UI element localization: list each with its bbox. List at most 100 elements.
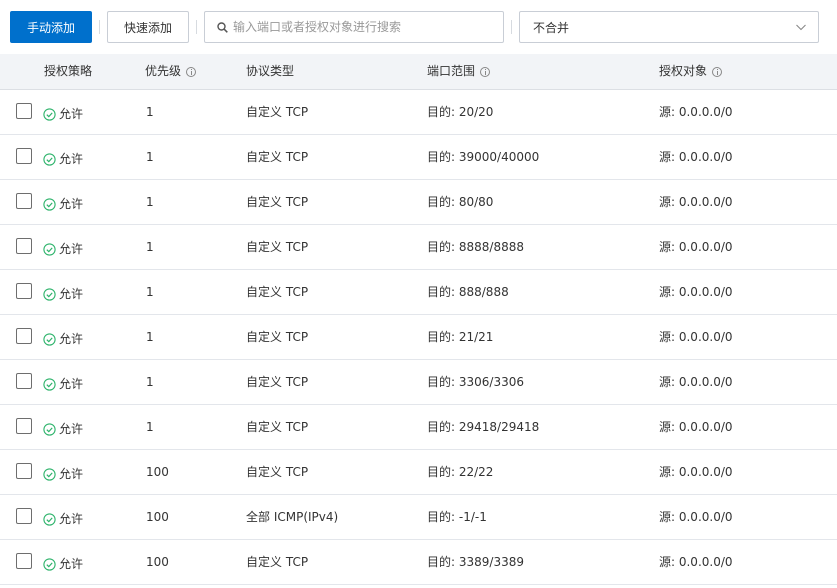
policy-cell: 允许: [43, 542, 83, 586]
column-label: 授权策略: [44, 64, 93, 78]
search-icon: [217, 21, 228, 33]
protocol-cell: 自定义 TCP: [246, 240, 309, 254]
column-label: 端口范围: [427, 64, 476, 78]
divider: [511, 20, 512, 34]
table-row: 允许 1 自定义 TCP 目的: 888/888 源: 0.0.0.0/0: [0, 270, 837, 315]
protocol-cell: 自定义 TCP: [246, 195, 309, 209]
column-header-priority[interactable]: 优先级: [145, 54, 197, 89]
column-header-port-range[interactable]: 端口范围: [427, 54, 491, 89]
protocol-cell: 自定义 TCP: [246, 465, 309, 479]
policy-cell: 允许: [43, 497, 83, 541]
row-checkbox[interactable]: [16, 508, 32, 524]
auth-object-cell: 源: 0.0.0.0/0: [659, 105, 733, 119]
check-circle-icon: [43, 332, 56, 346]
auth-object-cell: 源: 0.0.0.0/0: [659, 375, 733, 389]
auth-object-cell: 源: 0.0.0.0/0: [659, 150, 733, 164]
info-icon[interactable]: [480, 66, 491, 77]
row-checkbox[interactable]: [16, 103, 32, 119]
priority-cell: 100: [146, 555, 169, 569]
protocol-cell: 自定义 TCP: [246, 375, 309, 389]
quick-add-button[interactable]: 快速添加: [107, 11, 189, 43]
port-range-cell: 目的: 20/20: [427, 105, 494, 119]
column-label: 协议类型: [246, 64, 295, 78]
divider: [99, 20, 100, 34]
table-row: 允许 100 自定义 TCP 目的: 3389/3389 源: 0.0.0.0/0: [0, 540, 837, 585]
search-input[interactable]: [233, 20, 483, 34]
check-circle-icon: [43, 512, 56, 526]
row-checkbox[interactable]: [16, 238, 32, 254]
policy-cell: 允许: [43, 92, 83, 136]
row-checkbox[interactable]: [16, 463, 32, 479]
policy-cell: 允许: [43, 362, 83, 406]
row-checkbox[interactable]: [16, 373, 32, 389]
row-checkbox[interactable]: [16, 328, 32, 344]
row-checkbox[interactable]: [16, 193, 32, 209]
port-range-cell: 目的: -1/-1: [427, 510, 487, 524]
port-range-cell: 目的: 3306/3306: [427, 375, 524, 389]
priority-cell: 1: [146, 150, 154, 164]
column-header-protocol[interactable]: 协议类型: [246, 54, 294, 89]
port-range-cell: 目的: 21/21: [427, 330, 494, 344]
table-row: 允许 100 自定义 TCP 目的: 22/22 源: 0.0.0.0/0: [0, 450, 837, 495]
port-range-cell: 目的: 888/888: [427, 285, 509, 299]
policy-label: 允许: [59, 152, 84, 166]
priority-cell: 1: [146, 105, 154, 119]
port-range-cell: 目的: 3389/3389: [427, 555, 524, 569]
auth-object-cell: 源: 0.0.0.0/0: [659, 420, 733, 434]
priority-cell: 100: [146, 465, 169, 479]
check-circle-icon: [43, 377, 56, 391]
port-range-cell: 目的: 29418/29418: [427, 420, 540, 434]
protocol-cell: 自定义 TCP: [246, 555, 309, 569]
check-circle-icon: [43, 422, 56, 436]
policy-cell: 允许: [43, 137, 83, 181]
merge-select[interactable]: 不合并: [519, 11, 819, 43]
auth-object-cell: 源: 0.0.0.0/0: [659, 240, 733, 254]
auth-object-cell: 源: 0.0.0.0/0: [659, 510, 733, 524]
table-row: 允许 1 自定义 TCP 目的: 39000/40000 源: 0.0.0.0/0: [0, 135, 837, 180]
policy-cell: 允许: [43, 407, 83, 451]
auth-object-cell: 源: 0.0.0.0/0: [659, 330, 733, 344]
row-checkbox[interactable]: [16, 418, 32, 434]
policy-label: 允许: [59, 512, 84, 526]
check-circle-icon: [43, 242, 56, 256]
divider: [196, 20, 197, 34]
priority-cell: 100: [146, 510, 169, 524]
table-header: 授权策略 优先级 协议类型 端口范围 授权对象: [0, 54, 837, 90]
policy-label: 允许: [59, 287, 84, 301]
search-box[interactable]: [204, 11, 504, 43]
table-row: 允许 1 自定义 TCP 目的: 3306/3306 源: 0.0.0.0/0: [0, 360, 837, 405]
merge-select-value: 不合并: [533, 20, 570, 35]
policy-label: 允许: [59, 332, 84, 346]
policy-label: 允许: [59, 242, 84, 256]
manual-add-button[interactable]: 手动添加: [10, 11, 92, 43]
info-icon[interactable]: [186, 66, 197, 77]
policy-label: 允许: [59, 422, 84, 436]
port-range-cell: 目的: 22/22: [427, 465, 494, 479]
check-circle-icon: [43, 197, 56, 211]
policy-label: 允许: [59, 377, 84, 391]
row-checkbox[interactable]: [16, 283, 32, 299]
info-icon[interactable]: [712, 66, 723, 77]
column-header-policy[interactable]: 授权策略: [44, 54, 92, 89]
priority-cell: 1: [146, 195, 154, 209]
row-checkbox[interactable]: [16, 553, 32, 569]
port-range-cell: 目的: 39000/40000: [427, 150, 540, 164]
auth-object-cell: 源: 0.0.0.0/0: [659, 285, 733, 299]
check-circle-icon: [43, 287, 56, 301]
priority-cell: 1: [146, 285, 154, 299]
row-checkbox[interactable]: [16, 148, 32, 164]
column-header-auth-object[interactable]: 授权对象: [659, 54, 723, 89]
policy-label: 允许: [59, 557, 84, 571]
port-range-cell: 目的: 80/80: [427, 195, 494, 209]
policy-cell: 允许: [43, 317, 83, 361]
auth-object-cell: 源: 0.0.0.0/0: [659, 195, 733, 209]
auth-object-cell: 源: 0.0.0.0/0: [659, 465, 733, 479]
table-row: 允许 100 全部 ICMP(IPv4) 目的: -1/-1 源: 0.0.0.0/0: [0, 495, 837, 540]
protocol-cell: 全部 ICMP(IPv4): [246, 510, 339, 524]
auth-object-cell: 源: 0.0.0.0/0: [659, 555, 733, 569]
priority-cell: 1: [146, 330, 154, 344]
table-body: 允许 1 自定义 TCP 目的: 20/20 源: 0.0.0.0/0 允许 1 自定义 TC…: [0, 90, 837, 585]
chevron-down-icon: [796, 24, 806, 31]
protocol-cell: 自定义 TCP: [246, 330, 309, 344]
toolbar: 手动添加 快速添加 不合并: [0, 0, 837, 54]
